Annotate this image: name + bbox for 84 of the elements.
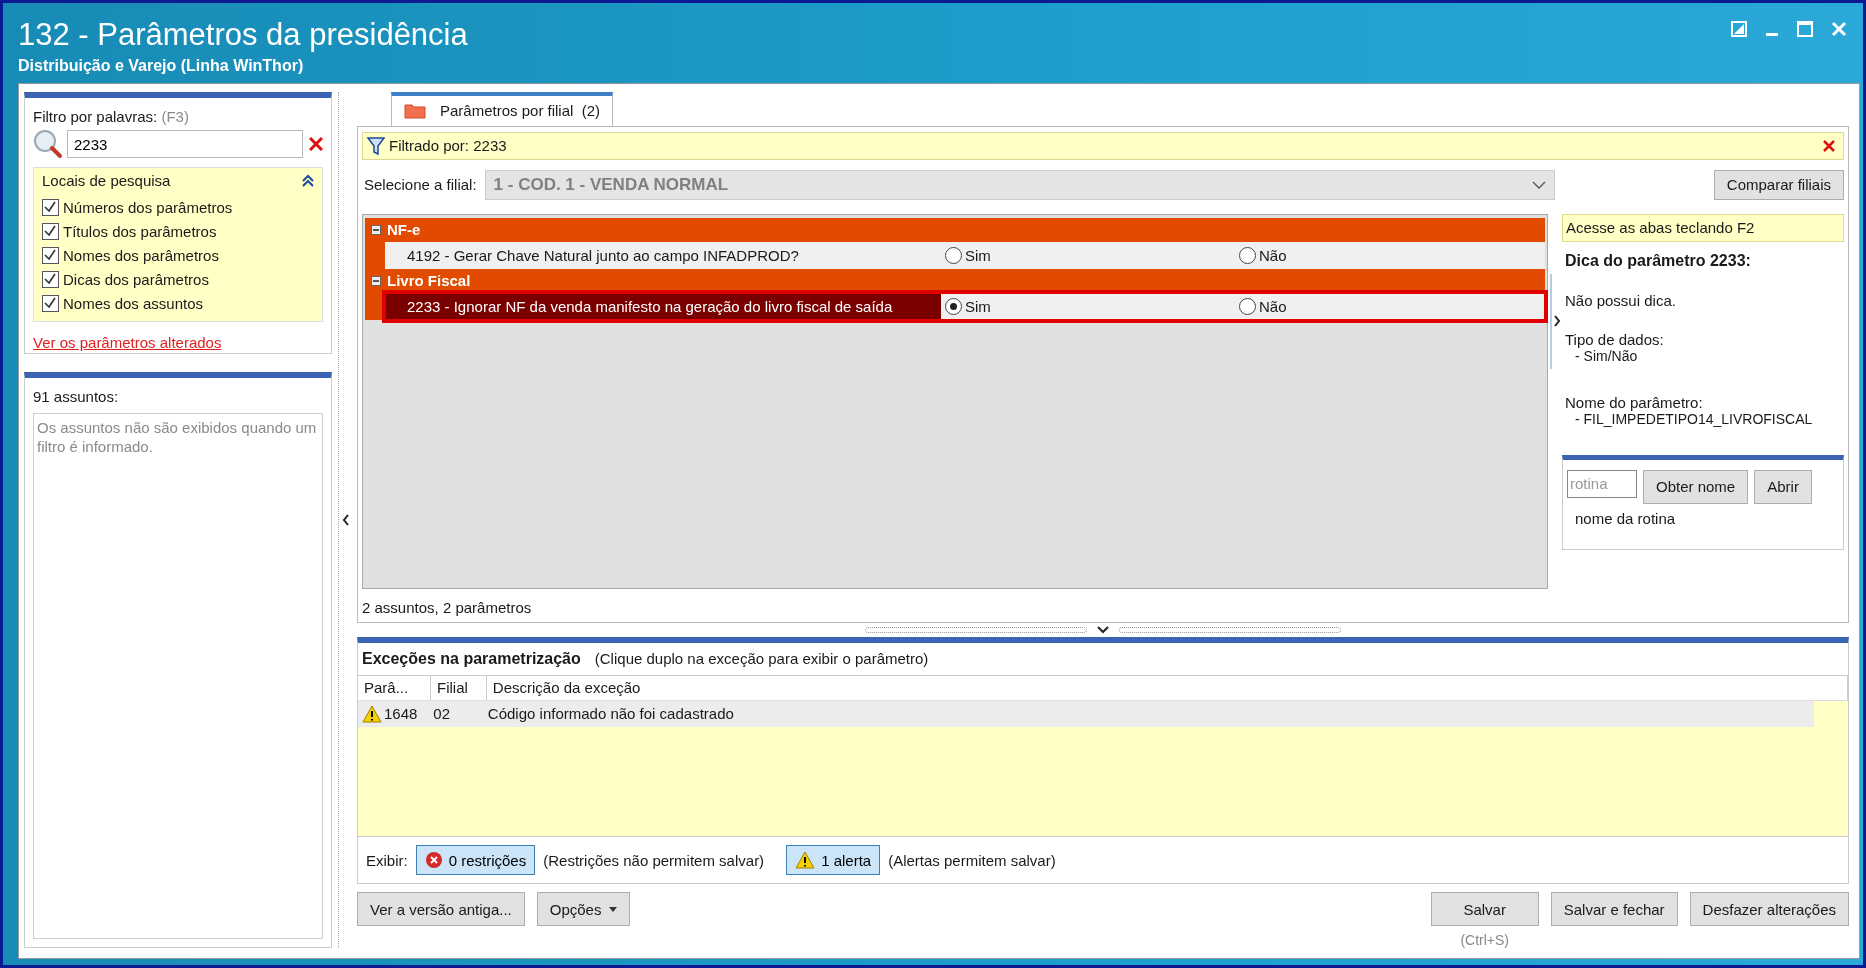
action-button[interactable]: Desfazer alterações	[1689, 892, 1849, 926]
filter-note: (Restrições não permitem salvar)	[543, 851, 765, 869]
warning-icon	[795, 851, 816, 869]
action-button[interactable]: Salvar e fechar	[1550, 892, 1678, 926]
search-icon	[33, 129, 63, 159]
filter-toggle[interactable]: 1 alerta	[786, 845, 881, 875]
filter-toggle[interactable]: 0 restrições	[415, 845, 536, 875]
checkbox-label[interactable]: Nomes dos assuntos	[63, 294, 204, 312]
close-icon[interactable]	[1823, 139, 1835, 152]
parameter-label[interactable]: 2233 - Ignorar NF da venda manifesto na geração do livro fiscal de saída	[385, 292, 941, 320]
radio-label[interactable]: Sim	[965, 246, 991, 264]
compare-button[interactable]: Comparar filiais	[1713, 169, 1844, 200]
hint-title: Dica do parâmetro 2233:	[1564, 251, 1752, 270]
folder-icon	[404, 102, 426, 119]
action-button[interactable]: Ver a versão antiga...	[357, 892, 525, 926]
checkbox[interactable]	[42, 246, 59, 264]
section-title: Locais de pesquisa	[42, 172, 171, 189]
empty-message: Os assuntos não são exibidos quando um filtro é informado.	[37, 419, 317, 455]
field-label: Tipo de dados:	[1565, 330, 1665, 348]
checkbox-label[interactable]: Números dos parâmetros	[63, 198, 233, 216]
radio-label[interactable]: Não	[1259, 246, 1287, 264]
checkbox[interactable]	[42, 222, 59, 240]
parameter-label[interactable]: 4192 - Gerar Chave Natural junto ao campo INFADPROD?	[385, 241, 941, 269]
radio-button[interactable]	[945, 246, 962, 264]
window-subtitle: Distribuição e Varejo (Linha WinThor)	[18, 57, 305, 75]
shortcut-hint: (Ctrl+S)	[1460, 932, 1509, 948]
filter-text: Filtrado por: 2233	[389, 137, 508, 155]
collapse-left-icon[interactable]	[342, 514, 350, 526]
filter-note: (Alertas permitem salvar)	[888, 851, 1056, 869]
warning-icon	[362, 704, 382, 723]
radio-label[interactable]: Não	[1259, 297, 1287, 315]
collapse-icon[interactable]	[302, 173, 314, 188]
checkbox[interactable]	[42, 270, 59, 288]
column-header[interactable]: Parâ...	[358, 675, 432, 700]
exceptions-title: Exceções na parametrização	[362, 649, 581, 668]
checkbox[interactable]	[42, 294, 59, 312]
routine-button[interactable]: Abrir	[1754, 469, 1812, 504]
minus-box-icon	[371, 224, 381, 235]
table-cell: 1648	[384, 705, 418, 723]
field-label: Nome do parâmetro:	[1565, 393, 1704, 411]
field-value: - Sim/Não	[1575, 347, 1639, 364]
action-button[interactable]: Opções	[536, 892, 631, 926]
collapse-down-icon[interactable]	[1097, 625, 1109, 634]
table-cell-text: 02	[432, 704, 452, 725]
field-value: - FIL_IMPEDETIPO14_LIVROFISCAL	[1574, 410, 1814, 427]
radio-button[interactable]	[1239, 246, 1256, 264]
table-cell-text: Código informado não foi cadastrado	[486, 704, 735, 725]
caret-icon	[1531, 180, 1546, 189]
column-header[interactable]: Filial	[431, 675, 487, 700]
group-name[interactable]: NF-e	[387, 221, 421, 239]
filter-label: Filtro por palavras:	[33, 108, 158, 125]
subjects-count: 91 assuntos:	[33, 388, 120, 405]
restore-icon[interactable]	[1731, 21, 1747, 37]
funnel-icon	[367, 135, 385, 156]
tab[interactable]: Parâmetros por filial (2)	[391, 92, 614, 126]
group-name[interactable]: Livro Fiscal	[387, 272, 471, 290]
search-field[interactable]: 2233	[67, 130, 303, 158]
routine-button[interactable]: Obter nome	[1643, 469, 1749, 504]
radio-button[interactable]	[945, 297, 962, 315]
hint-text: Não possui dica.	[1564, 291, 1677, 309]
checkbox-label[interactable]: Nomes dos parâmetros	[63, 246, 219, 264]
checkbox[interactable]	[42, 198, 59, 216]
caret-icon	[609, 906, 618, 912]
routine-field[interactable]: rotina	[1567, 469, 1637, 498]
action-button[interactable]: Salvar	[1430, 892, 1539, 926]
checkbox-label[interactable]: Títulos dos parâmetros	[63, 222, 217, 240]
radio-label[interactable]: Sim	[965, 297, 991, 315]
hint-banner: Acesse as abas teclando F2	[1562, 213, 1844, 242]
routine-name: nome da rotina	[1574, 509, 1677, 527]
shortcut-hint: (F3)	[161, 108, 189, 125]
expand-right-icon[interactable]	[1553, 315, 1561, 328]
window-title: 132 - Parâmetros da presidência	[18, 17, 468, 53]
show-label: Exibir:	[366, 851, 408, 869]
branch-label: Selecione a filial:	[364, 176, 477, 194]
grid-status: 2 assuntos, 2 parâmetros	[362, 598, 533, 616]
changed-parameters-link[interactable]: Ver os parâmetros alterados	[33, 334, 323, 351]
checkbox-label[interactable]: Dicas dos parâmetros	[63, 270, 209, 288]
exceptions-hint: (Clique duplo na exceção para exibir o parâmetro)	[594, 650, 929, 668]
error-icon	[424, 851, 443, 869]
column-header[interactable]: Descrição da exceção	[486, 675, 1848, 700]
clear-icon[interactable]	[309, 137, 323, 151]
maximize-icon[interactable]	[1797, 21, 1813, 37]
radio-button[interactable]	[1239, 297, 1256, 315]
minus-box-icon	[371, 275, 381, 286]
